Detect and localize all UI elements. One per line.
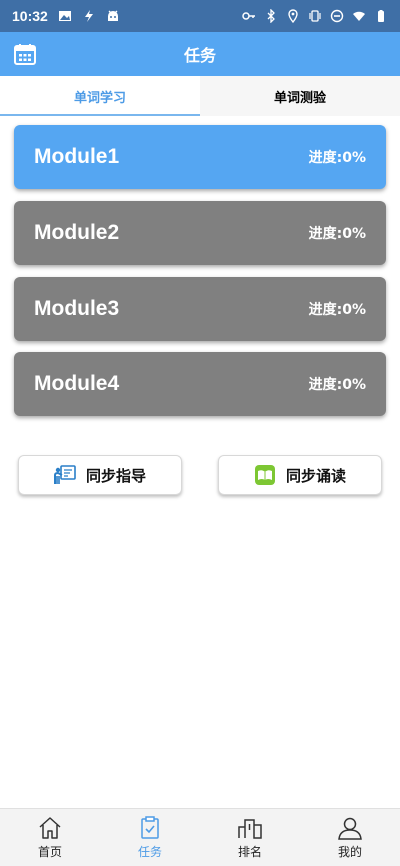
module-card-1[interactable]: Module1 进度:0% <box>14 125 386 189</box>
bottom-nav: 首页 任务 排名 我的 <box>0 808 400 866</box>
module-name: Module4 <box>34 372 120 395</box>
nav-ranking[interactable]: 排名 <box>200 809 300 866</box>
android-icon <box>107 10 118 21</box>
battery-icon <box>378 10 384 22</box>
module-progress: 进度:0% <box>308 226 366 242</box>
dnd-icon <box>330 9 344 23</box>
sync-guide-label: 同步指导 <box>85 466 146 485</box>
module-progress: 进度:0% <box>308 377 366 393</box>
wifi-icon <box>353 11 365 21</box>
key-icon <box>242 12 255 20</box>
status-time: 10:32 <box>12 8 48 24</box>
tab-word-study[interactable]: 单词学习 <box>0 76 200 116</box>
tab-bar: 单词学习 单词测验 <box>0 76 400 116</box>
module-name: Module3 <box>34 297 120 320</box>
nav-task-label: 任务 <box>137 845 162 859</box>
nav-home[interactable]: 首页 <box>0 809 100 866</box>
sync-read-button[interactable]: 同步诵读 <box>218 455 382 495</box>
module-progress: 进度:0% <box>308 302 366 318</box>
location-icon <box>288 9 298 23</box>
calendar-icon[interactable] <box>14 43 36 65</box>
module-name: Module2 <box>34 221 120 244</box>
book-icon <box>254 465 275 485</box>
tab-word-quiz[interactable]: 单词测验 <box>200 76 400 116</box>
module-card-4[interactable]: Module4 进度:0% <box>14 352 386 416</box>
module-progress: 进度:0% <box>308 150 366 166</box>
page-title: 任务 <box>183 46 216 65</box>
task-icon <box>141 816 159 839</box>
teacher-board-icon <box>53 465 76 484</box>
home-icon <box>39 817 61 839</box>
module-name: Module1 <box>34 145 120 168</box>
lightning-icon <box>84 10 93 22</box>
sync-read-label: 同步诵读 <box>285 466 346 485</box>
module-card-3[interactable]: Module3 进度:0% <box>14 277 386 341</box>
nav-ranking-label: 排名 <box>237 845 262 859</box>
gallery-icon <box>58 11 71 21</box>
ranking-icon <box>238 819 262 839</box>
nav-home-label: 首页 <box>37 845 62 859</box>
nav-profile-label: 我的 <box>337 845 362 859</box>
sync-guide-button[interactable]: 同步指导 <box>18 455 182 495</box>
status-bar: 10:32 <box>0 0 400 32</box>
vibrate-icon <box>309 10 321 22</box>
nav-task[interactable]: 任务 <box>100 809 200 866</box>
profile-icon <box>338 817 362 840</box>
app-bar: 任务 <box>0 32 400 76</box>
bluetooth-icon <box>267 9 275 23</box>
module-card-2[interactable]: Module2 进度:0% <box>14 201 386 265</box>
nav-profile[interactable]: 我的 <box>300 809 400 866</box>
